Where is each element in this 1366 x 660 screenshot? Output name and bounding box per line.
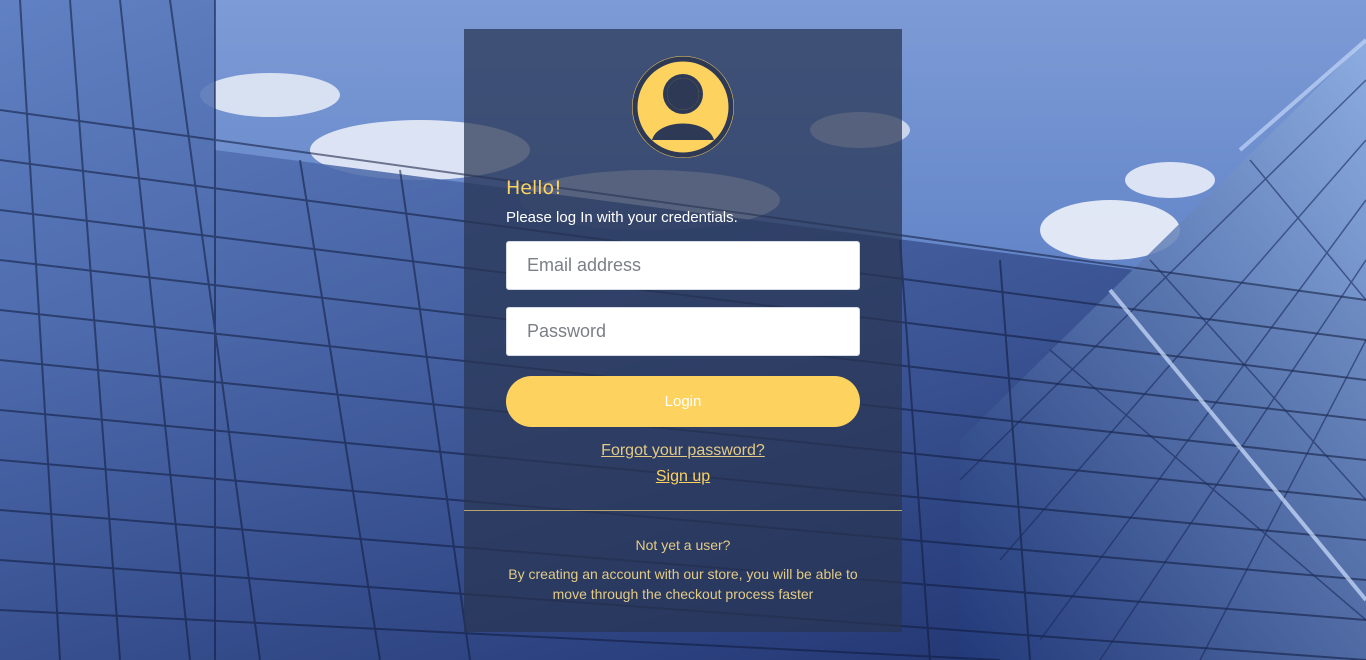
sign-up-link[interactable]: Sign up bbox=[464, 468, 902, 486]
login-subtitle: Please log In with your credentials. bbox=[506, 209, 738, 226]
login-card: Hello! Please log In with your credentia… bbox=[464, 29, 902, 632]
signup-info-text: By creating an account with our store, y… bbox=[508, 566, 858, 602]
user-avatar-icon bbox=[632, 56, 734, 158]
login-button[interactable]: Login bbox=[506, 376, 860, 427]
email-field[interactable] bbox=[506, 241, 860, 290]
forgot-password-link[interactable]: Forgot your password? bbox=[464, 442, 902, 460]
password-field[interactable] bbox=[506, 307, 860, 356]
divider bbox=[464, 510, 902, 511]
greeting-heading: Hello! bbox=[506, 177, 562, 199]
not-user-heading: Not yet a user? bbox=[635, 537, 731, 553]
login-page: Hello! Please log In with your credentia… bbox=[0, 0, 1366, 660]
